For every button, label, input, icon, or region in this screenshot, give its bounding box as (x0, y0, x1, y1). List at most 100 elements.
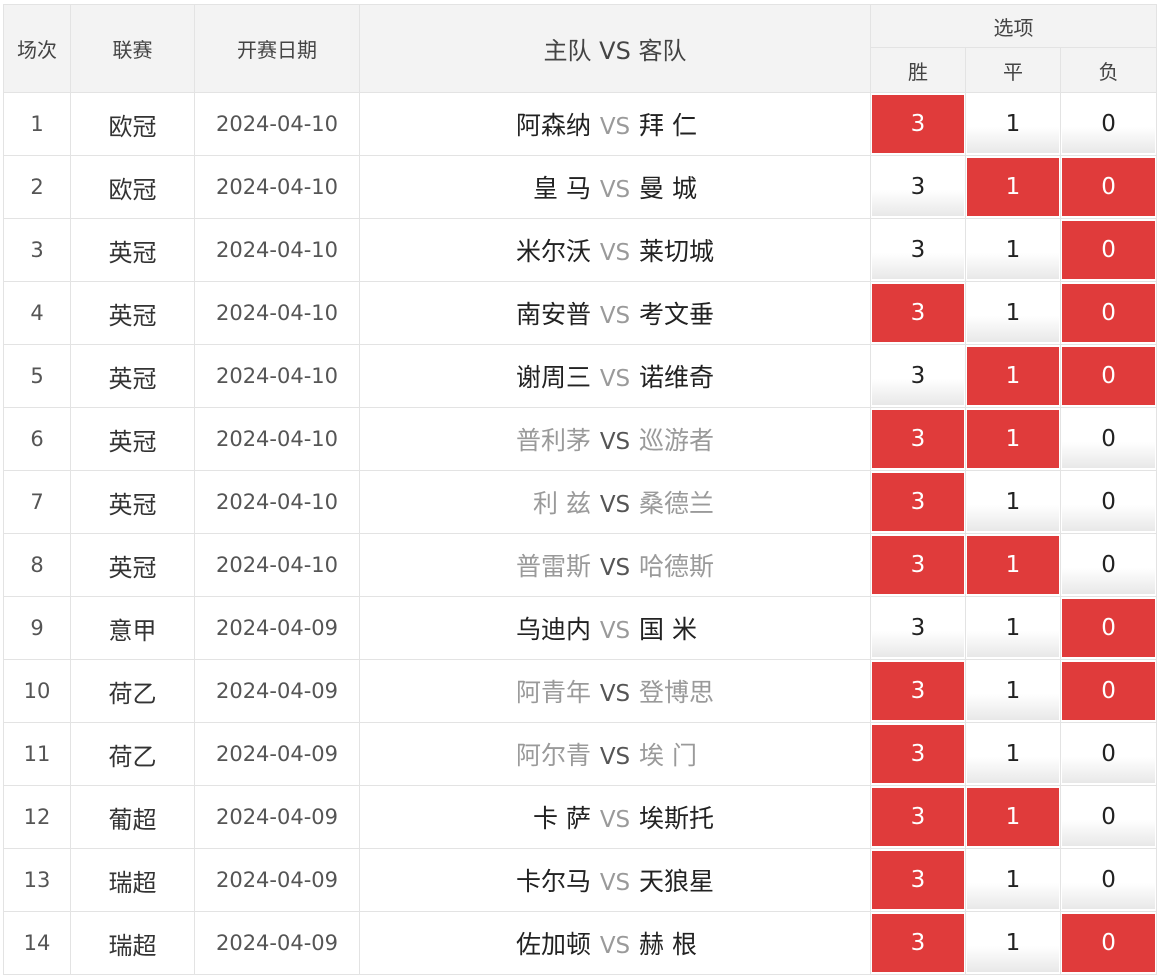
match-teams: 谢周三 VS 诺维奇 (359, 344, 871, 408)
option-win-button[interactable]: 3 (872, 536, 964, 594)
vs-label: VS (599, 240, 631, 266)
match-teams: 阿森纳 VS 拜 仁 (359, 92, 871, 156)
match-table: 场次 联赛 开赛日期 主队 VS 客队 选项 胜 平 负 1 欧冠 2024-04-… (3, 4, 1158, 975)
option-draw-button[interactable]: 1 (967, 158, 1059, 216)
match-teams: 卡 萨 VS 埃斯托 (359, 785, 871, 849)
table-row: 8 英冠 2024-04-10 普雷斯 VS 哈德斯 3 1 0 (3, 533, 1158, 597)
option-draw-button[interactable]: 1 (967, 914, 1059, 972)
match-teams: 阿尔青 VS 埃 门 (359, 722, 871, 786)
vs-label: VS (599, 870, 631, 896)
option-lose-button[interactable]: 0 (1062, 473, 1156, 531)
home-team: 利 兹 (533, 489, 591, 518)
option-cell-draw: 1 (965, 596, 1061, 660)
vs-label: VS (599, 618, 631, 644)
option-win-button[interactable]: 3 (872, 284, 964, 342)
match-date: 2024-04-09 (194, 722, 360, 786)
option-lose-button[interactable]: 0 (1062, 95, 1156, 153)
option-draw-button[interactable]: 1 (967, 347, 1059, 405)
match-date: 2024-04-09 (194, 659, 360, 723)
option-cell-win: 3 (870, 92, 966, 156)
option-draw-button[interactable]: 1 (967, 599, 1059, 657)
option-win-button[interactable]: 3 (872, 473, 964, 531)
match-date: 2024-04-10 (194, 281, 360, 345)
match-index: 8 (3, 533, 71, 597)
match-teams: 阿青年 VS 登博思 (359, 659, 871, 723)
option-lose-button[interactable]: 0 (1062, 347, 1156, 405)
option-win-button[interactable]: 3 (872, 410, 964, 468)
option-cell-draw: 1 (965, 848, 1061, 912)
option-lose-button[interactable]: 0 (1062, 221, 1156, 279)
option-cell-lose: 0 (1059, 659, 1158, 723)
table-row: 2 欧冠 2024-04-10 皇 马 VS 曼 城 310 (3, 155, 1158, 219)
vs-label: VS (599, 807, 631, 833)
option-lose-button[interactable]: 0 (1062, 851, 1156, 909)
match-index: 13 (3, 848, 71, 912)
option-cell-draw: 1 (965, 407, 1061, 471)
away-team: 拜 仁 (639, 111, 697, 140)
vs-label: VS (599, 429, 631, 455)
option-win-button[interactable]: 3 (872, 788, 964, 846)
option-lose-button[interactable]: 0 (1062, 536, 1156, 594)
option-cell-draw: 1 (965, 533, 1061, 597)
match-index: 14 (3, 911, 71, 975)
table-row: 11 荷乙 2024-04-09 阿尔青 VS 埃 门 310 (3, 722, 1158, 786)
match-teams: 皇 马 VS 曼 城 (359, 155, 871, 219)
option-win-button[interactable]: 3 (872, 599, 964, 657)
option-win-button[interactable]: 3 (872, 725, 964, 783)
vs-label: VS (599, 177, 631, 203)
option-cell-lose: 0 (1059, 407, 1158, 471)
league-name: 英冠 (70, 218, 195, 282)
option-cell-lose: 0 (1059, 785, 1158, 849)
option-draw-button[interactable]: 1 (967, 284, 1059, 342)
match-teams: 利 兹 VS 桑德兰 (359, 470, 871, 534)
option-cell-lose: 0 (1059, 848, 1158, 912)
option-draw-button[interactable]: 1 (967, 662, 1059, 720)
match-index: 5 (3, 344, 71, 408)
match-date: 2024-04-10 (194, 92, 360, 156)
table-row: 5 英冠 2024-04-10 谢周三 VS 诺维奇 3 1 0 (3, 344, 1158, 408)
vs-label: VS (599, 492, 631, 518)
option-cell-lose: 0 (1059, 533, 1158, 597)
option-win-button[interactable]: 3 (872, 914, 964, 972)
option-draw-button[interactable]: 1 (967, 221, 1059, 279)
away-team: 国 米 (639, 615, 697, 644)
option-draw-button[interactable]: 1 (967, 95, 1059, 153)
option-cell-draw: 1 (965, 470, 1061, 534)
option-win-button[interactable]: 3 (872, 158, 964, 216)
option-win-button[interactable]: 3 (872, 851, 964, 909)
option-lose-button[interactable]: 0 (1062, 788, 1156, 846)
option-lose-button[interactable]: 0 (1062, 284, 1156, 342)
vs-label: VS (599, 933, 631, 959)
option-draw-button[interactable]: 1 (967, 788, 1059, 846)
option-draw-button[interactable]: 1 (967, 536, 1059, 594)
option-win-button[interactable]: 3 (872, 221, 964, 279)
option-lose-button[interactable]: 0 (1062, 725, 1156, 783)
match-date: 2024-04-10 (194, 533, 360, 597)
option-cell-lose: 0 (1059, 344, 1158, 408)
option-draw-button[interactable]: 1 (967, 410, 1059, 468)
option-win-button[interactable]: 3 (872, 662, 964, 720)
option-cell-win: 3 (870, 533, 966, 597)
option-cell-win: 3 (870, 407, 966, 471)
match-rows: 1 欧冠 2024-04-10 阿森纳 VS 拜 仁 3 1 0 2 欧冠 2024-04-10 皇 马… (3, 92, 1158, 975)
match-index: 2 (3, 155, 71, 219)
option-win-button[interactable]: 3 (872, 95, 964, 153)
away-team: 埃斯托 (639, 804, 715, 833)
option-lose-button[interactable]: 0 (1062, 158, 1156, 216)
vs-label: VS (599, 744, 631, 770)
match-date: 2024-04-10 (194, 218, 360, 282)
away-team: 埃 门 (639, 741, 697, 770)
option-cell-win: 3 (870, 596, 966, 660)
option-win-button[interactable]: 3 (872, 347, 964, 405)
option-lose-button[interactable]: 0 (1062, 599, 1156, 657)
option-lose-button[interactable]: 0 (1062, 914, 1156, 972)
league-name: 欧冠 (70, 155, 195, 219)
option-draw-button[interactable]: 1 (967, 851, 1059, 909)
option-cell-win: 3 (870, 281, 966, 345)
match-teams: 普利茅 VS 巡游者 (359, 407, 871, 471)
option-lose-button[interactable]: 0 (1062, 410, 1156, 468)
option-draw-button[interactable]: 1 (967, 473, 1059, 531)
away-team: 考文垂 (639, 300, 715, 329)
option-draw-button[interactable]: 1 (967, 725, 1059, 783)
option-lose-button[interactable]: 0 (1062, 662, 1156, 720)
